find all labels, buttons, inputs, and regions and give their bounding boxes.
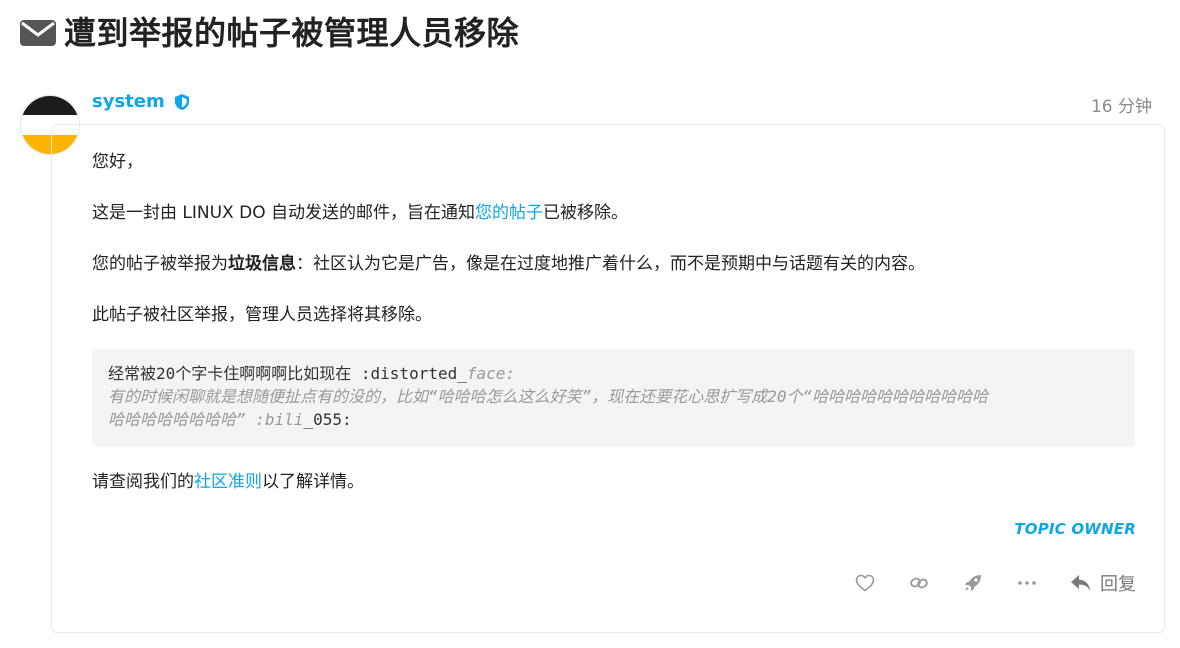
quote-line-1: 经常被20个字卡住啊啊啊比如现在 :distorted_face: [108, 362, 1119, 385]
quote-line-3-italic: 哈哈哈哈哈哈哈哈” :bili [108, 410, 304, 429]
reply-icon [1070, 574, 1092, 592]
guidelines-text-before: 请查阅我们的 [92, 472, 194, 492]
quote-line-3: 哈哈哈哈哈哈哈哈” :bili_055: [108, 408, 1119, 431]
link-icon [909, 574, 929, 592]
rocket-icon [963, 573, 983, 593]
post-date[interactable]: 16 分钟 [1091, 92, 1152, 117]
quote-line-1-italic: face: [466, 364, 516, 383]
action-paragraph: 此帖子被社区举报，管理人员选择将其移除。 [92, 305, 432, 325]
avatar-band-top [21, 96, 79, 116]
copy-link-button[interactable] [908, 568, 930, 598]
reason-label: 垃圾信息 [228, 254, 296, 274]
your-post-link[interactable]: 您的帖子 [475, 203, 543, 223]
reply-button[interactable]: 回复 [1070, 570, 1136, 596]
envelope-icon [20, 20, 56, 46]
reason-text-after: ：社区认为它是广告，像是在过度地推广着什么，而不是预期中与话题有关的内容。 [296, 254, 925, 274]
notice-text-before: 这是一封由 LINUX DO 自动发送的邮件，旨在通知 [92, 203, 475, 223]
reason-paragraph: 您的帖子被举报为垃圾信息：社区认为它是广告，像是在过度地推广着什么，而不是预期中… [92, 250, 925, 278]
more-button[interactable] [1016, 568, 1038, 598]
ellipsis-icon [1017, 580, 1037, 586]
reply-label: 回复 [1100, 574, 1136, 595]
page-title: 遭到举报的帖子被管理人员移除 [64, 14, 520, 52]
boost-button[interactable] [962, 568, 984, 598]
quote-line-2: 有的时候闲聊就是想随便扯点有的没的，比如“哈哈哈怎么这么好笑”，现在还要花心思扩… [108, 387, 989, 406]
like-button[interactable] [854, 568, 876, 598]
topic-owner-badge: TOPIC OWNER [1014, 520, 1136, 538]
reason-text-before: 您的帖子被举报为 [92, 254, 228, 274]
guidelines-link[interactable]: 社区准则 [194, 472, 262, 492]
greeting-paragraph: 您好， [92, 152, 143, 172]
quote-line-1-text: 经常被20个字卡住啊啊啊比如现在 :distorted_ [108, 364, 467, 383]
guidelines-paragraph: 请查阅我们的社区准则以了解详情。 [92, 468, 364, 496]
topic-page: 遭到举报的帖子被管理人员移除 system 16 分钟 您好， 这是一封由 LI… [0, 0, 1180, 648]
post-actions: 回复 [854, 568, 1136, 598]
notice-text-after: 已被移除。 [542, 203, 628, 223]
username-link[interactable]: system [92, 91, 165, 112]
heart-icon [855, 574, 875, 592]
shield-icon [173, 93, 191, 111]
quote-line-3-text: _055: [303, 410, 352, 429]
notice-paragraph: 这是一封由 LINUX DO 自动发送的邮件，旨在通知您的帖子已被移除。 [92, 199, 628, 227]
topic-title-bar: 遭到举报的帖子被管理人员移除 [20, 10, 519, 56]
post-author: system [92, 91, 191, 112]
guidelines-text-after: 以了解详情。 [262, 472, 364, 492]
removed-post-quote: 经常被20个字卡住啊啊啊比如现在 :distorted_face: 有的时候闲聊… [92, 349, 1135, 447]
